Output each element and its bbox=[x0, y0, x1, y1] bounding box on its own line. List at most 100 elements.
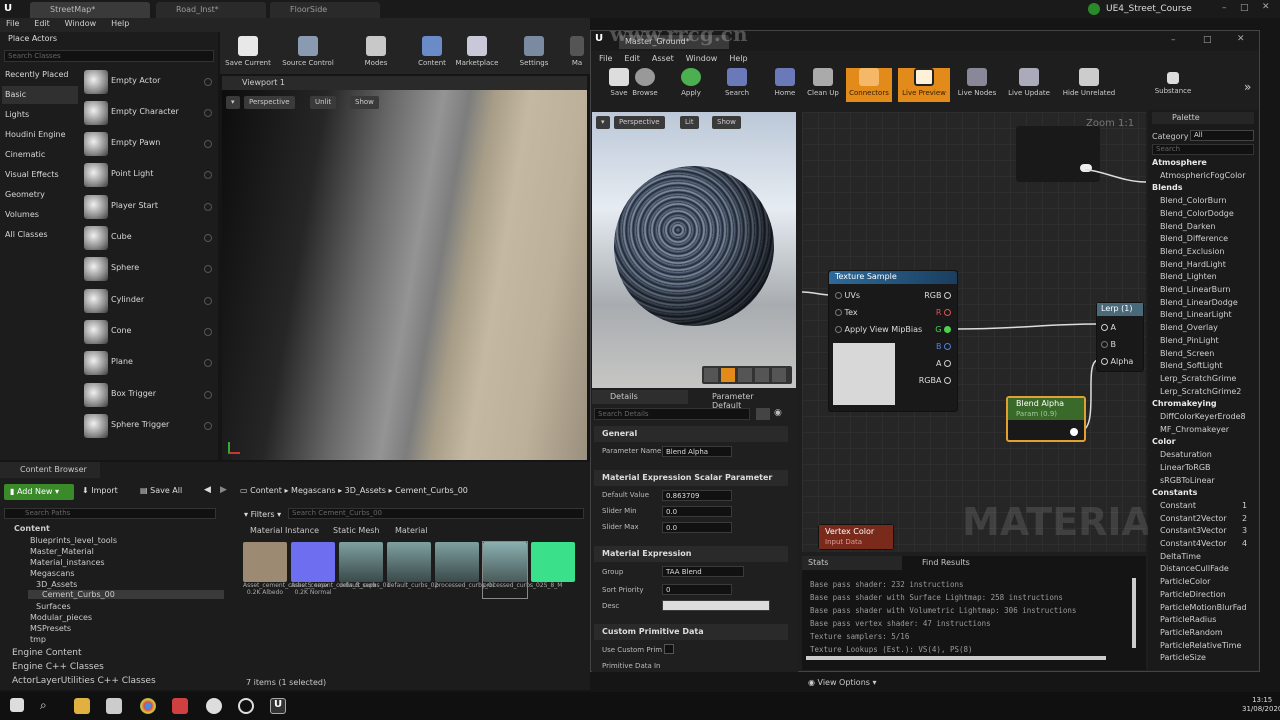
palette-item[interactable]: ParticleRadius bbox=[1160, 615, 1216, 624]
b-output-pin[interactable]: B bbox=[936, 342, 951, 351]
tree-item[interactable]: Content bbox=[14, 524, 50, 533]
import-button[interactable]: ⬇ Import bbox=[82, 486, 118, 495]
palette-item[interactable]: Blend_PinLight bbox=[1160, 336, 1219, 345]
details-tab[interactable]: Details bbox=[592, 390, 688, 404]
search-details-input[interactable]: Search Details bbox=[594, 408, 750, 420]
viewport-options-button[interactable]: ▾ bbox=[226, 96, 240, 109]
menu-edit[interactable]: Edit bbox=[28, 18, 56, 29]
palette-item[interactable]: sRGBToLinear bbox=[1160, 476, 1215, 485]
asset-tile[interactable]: processed_curbs_01 bbox=[435, 542, 496, 598]
unlit-button[interactable]: Unlit bbox=[310, 96, 337, 109]
breadcrumb-item[interactable]: 3D_Assets bbox=[345, 486, 386, 495]
tree-item[interactable]: Engine C++ Classes bbox=[12, 662, 104, 672]
hide-unrelated-button[interactable]: Hide Unrelated bbox=[1060, 68, 1118, 102]
tree-item[interactable]: Blueprints_level_tools bbox=[30, 536, 117, 545]
grid-view-icon[interactable] bbox=[756, 408, 770, 420]
file-explorer-icon[interactable] bbox=[74, 698, 90, 714]
palette-item[interactable]: ParticleColor bbox=[1160, 577, 1210, 586]
marketplace-button[interactable]: Marketplace bbox=[453, 34, 501, 74]
rgb-output-pin[interactable]: RGB bbox=[924, 291, 951, 300]
save-current-button[interactable]: Save Current bbox=[224, 34, 272, 74]
menu-edit[interactable]: Edit bbox=[618, 53, 646, 64]
browse-button[interactable]: Browse bbox=[622, 68, 668, 102]
actor-cube[interactable]: Cube bbox=[82, 224, 216, 252]
search-button[interactable]: Search bbox=[714, 68, 760, 102]
category-recently-placed[interactable]: Recently Placed bbox=[2, 66, 78, 84]
actor-empty-character[interactable]: Empty Character bbox=[82, 99, 216, 127]
palette-item[interactable]: ParticleDirection bbox=[1160, 590, 1226, 599]
category-dropdown[interactable]: All bbox=[1190, 130, 1254, 141]
live-preview-button[interactable]: Live Preview bbox=[898, 68, 950, 102]
desc-field[interactable] bbox=[662, 600, 770, 611]
palette-item[interactable]: Blend_LinearBurn bbox=[1160, 285, 1230, 294]
a-input-pin[interactable]: A bbox=[1101, 323, 1116, 332]
category-volumes[interactable]: Volumes bbox=[2, 206, 78, 224]
material-preview-viewport[interactable]: ▾ Perspective Lit Show bbox=[592, 112, 796, 388]
alpha-input-pin[interactable]: Alpha bbox=[1101, 357, 1133, 366]
palette-category-header[interactable]: Atmosphere bbox=[1152, 158, 1207, 167]
view-options-button[interactable]: ◉ View Options ▾ bbox=[808, 678, 877, 687]
material-tab[interactable]: Master_Ground* bbox=[619, 35, 729, 49]
asset-tile[interactable]: Asset_cement_curbs_S_sepx 0.2K Albedo bbox=[243, 542, 329, 598]
search-classes-input[interactable]: Search Classes bbox=[4, 50, 214, 62]
palette-item[interactable]: ParticleMotionBlurFad bbox=[1160, 603, 1247, 612]
tree-item[interactable]: Engine Content bbox=[12, 648, 82, 658]
palette-item[interactable]: DistanceCullFade bbox=[1160, 564, 1229, 573]
apply-view-mipbias-pin[interactable]: Apply View MipBias bbox=[835, 325, 922, 334]
palette-item[interactable]: DiffColorKeyerErode8 bbox=[1160, 412, 1246, 421]
cylinder-shape-button[interactable] bbox=[704, 368, 718, 382]
filters-button[interactable]: ▾ Filters ▾ bbox=[244, 510, 281, 519]
level-viewport[interactable]: Viewport 1 ▾ Perspective Unlit Show bbox=[222, 76, 587, 460]
r-output-pin[interactable]: R bbox=[936, 308, 951, 317]
slider-max-field[interactable]: 0.0 bbox=[662, 522, 732, 533]
sort-priority-field[interactable]: 0 bbox=[662, 584, 732, 595]
close-button[interactable]: ✕ bbox=[1237, 34, 1245, 44]
actor-empty-pawn[interactable]: Empty Pawn bbox=[82, 130, 216, 158]
asset-tile[interactable]: default_curbs_02 bbox=[387, 542, 438, 598]
use-custom-checkbox[interactable] bbox=[664, 644, 674, 654]
slider-min-field[interactable]: 0.0 bbox=[662, 506, 732, 517]
apply-button[interactable]: Apply bbox=[668, 68, 714, 102]
save-all-button[interactable]: ▤ Save All bbox=[140, 486, 182, 495]
content-button[interactable]: Content bbox=[408, 34, 456, 74]
parameter-default-tab[interactable]: Parameter Default bbox=[692, 390, 792, 410]
rgba-output-pin[interactable]: RGBA bbox=[919, 376, 951, 385]
plane-shape-button[interactable] bbox=[738, 368, 752, 382]
vertical-scrollbar[interactable] bbox=[1132, 578, 1136, 648]
substance-button[interactable]: Substance bbox=[1150, 68, 1196, 102]
menu-file[interactable]: File bbox=[0, 18, 25, 29]
tab-streetmap[interactable]: StreetMap* bbox=[30, 2, 150, 18]
actor-cone[interactable]: Cone bbox=[82, 318, 216, 346]
uvs-input-pin[interactable]: UVs bbox=[835, 291, 860, 300]
menu-window[interactable]: Window bbox=[680, 53, 724, 64]
unreal-taskbar-icon[interactable]: U bbox=[270, 698, 286, 714]
palette-item[interactable]: ParticleSize bbox=[1160, 653, 1206, 662]
group-dropdown[interactable]: TAA Blend bbox=[662, 566, 744, 577]
show-button[interactable]: Show bbox=[712, 116, 741, 129]
preview-options-button[interactable]: ▾ bbox=[596, 116, 610, 129]
palette-item[interactable]: Blend_HardLight bbox=[1160, 260, 1226, 269]
actor-plane[interactable]: Plane bbox=[82, 349, 216, 377]
texture-sample-node[interactable]: Texture Sample UVs Tex Apply View MipBia… bbox=[828, 270, 958, 412]
a-output-pin[interactable]: A bbox=[936, 359, 951, 368]
palette-item[interactable]: Lerp_ScratchGrime2 bbox=[1160, 387, 1241, 396]
palette-item[interactable]: Constant4Vector bbox=[1160, 539, 1227, 548]
section-general[interactable]: General bbox=[594, 426, 788, 442]
palette-item[interactable]: Blend_Overlay bbox=[1160, 323, 1218, 332]
palette-category-header[interactable]: Blends bbox=[1152, 183, 1182, 192]
actor-sphere[interactable]: Sphere bbox=[82, 255, 216, 283]
windows-start-icon[interactable] bbox=[10, 698, 24, 712]
asset-tile[interactable]: Asset_cement_curbs_S_sepx 0.2K Normal bbox=[291, 542, 377, 598]
search-icon[interactable]: ⌕ bbox=[40, 698, 56, 714]
palette-item[interactable]: DeltaTime bbox=[1160, 552, 1201, 561]
menu-help[interactable]: Help bbox=[723, 53, 753, 64]
tree-item[interactable]: Material_instances bbox=[30, 558, 105, 567]
close-button[interactable]: ✕ bbox=[1262, 2, 1270, 12]
source-control-button[interactable]: Source Control bbox=[282, 34, 334, 74]
tree-item[interactable]: Megascans bbox=[30, 569, 75, 578]
tree-item-selected[interactable]: Cement_Curbs_00 bbox=[28, 590, 224, 599]
cube-shape-button[interactable] bbox=[755, 368, 769, 382]
palette-item[interactable]: Blend_Difference bbox=[1160, 234, 1228, 243]
palette-item[interactable]: Blend_ColorDodge bbox=[1160, 209, 1234, 218]
filter-static-mesh[interactable]: Static Mesh bbox=[333, 526, 379, 535]
